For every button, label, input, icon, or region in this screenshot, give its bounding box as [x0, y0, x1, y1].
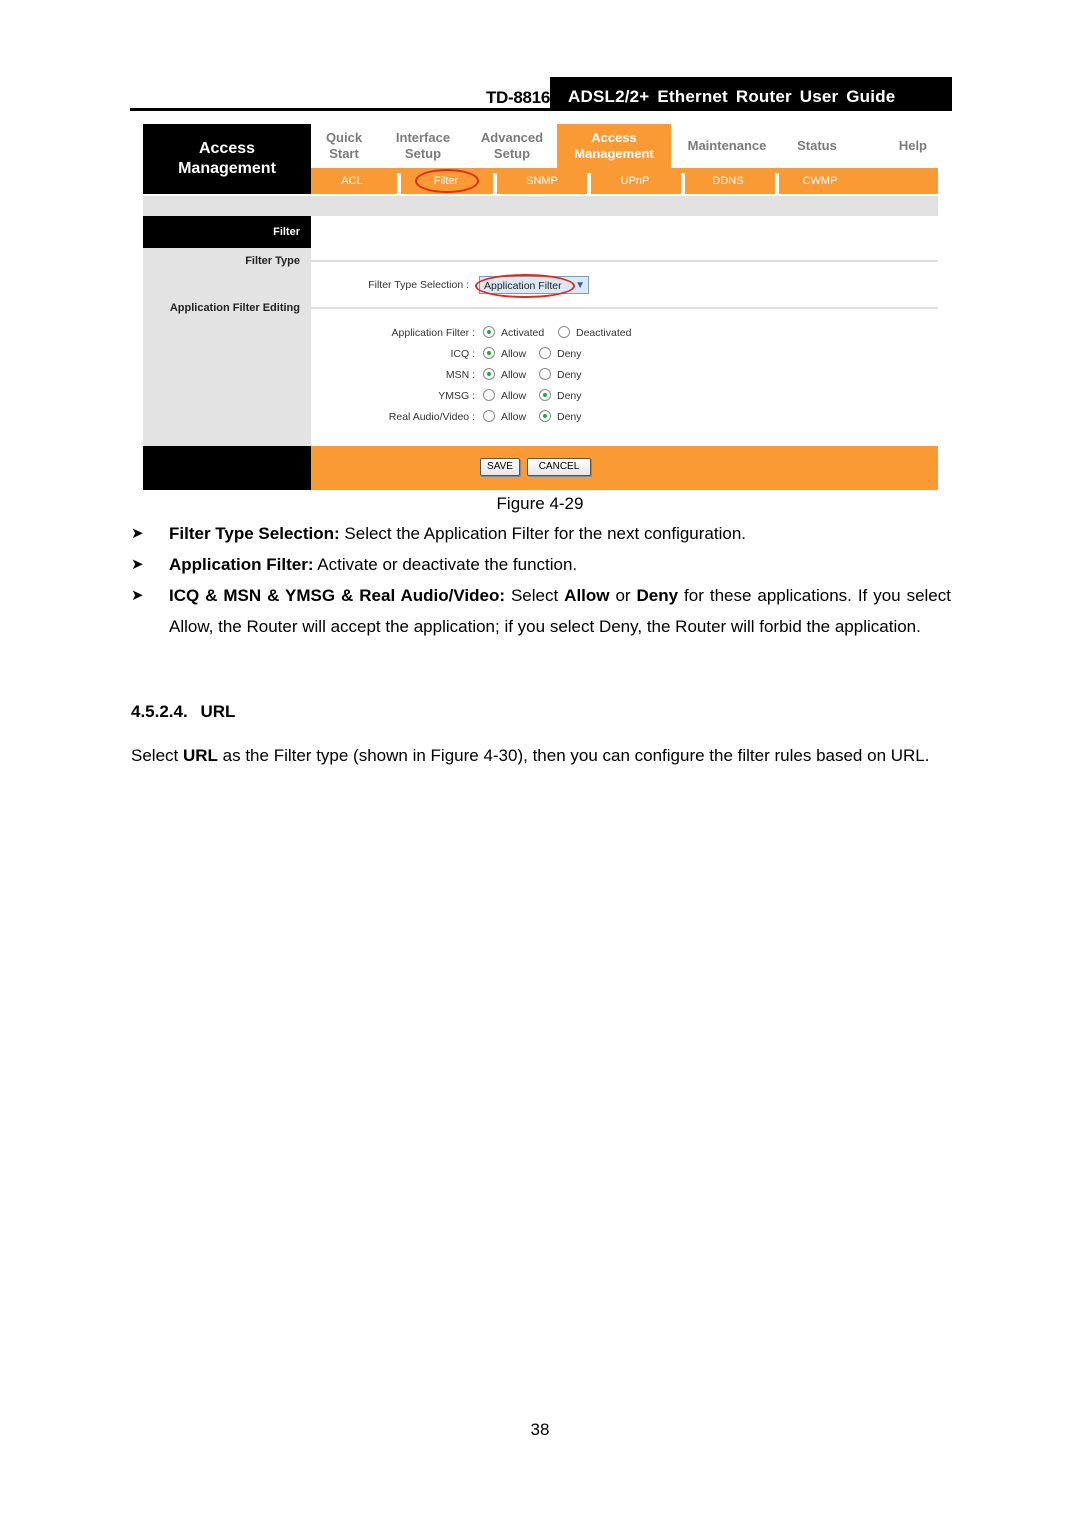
radio-deactivated[interactable]: [558, 326, 570, 338]
model-name: TD-8816: [485, 88, 550, 107]
tab-interface-setup[interactable]: Interface Setup: [383, 124, 463, 168]
header-rule: [130, 108, 952, 111]
row-label: Application Filter :: [391, 327, 475, 339]
radio-icq-deny[interactable]: [539, 347, 551, 359]
radio-label: Deny: [557, 411, 582, 423]
radio-icq-allow[interactable]: [483, 347, 495, 359]
guide-title-box: ADSL2/2+ Ethernet Router User Guide: [550, 77, 952, 110]
sub-nav: ACL Filter SNMP UPnP DDNS CWMP: [311, 168, 938, 194]
bullet-filter-type-selection: ➤ Filter Type Selection: Select the Appl…: [131, 518, 951, 549]
section-number: 4.5.2.4.: [131, 702, 188, 721]
radio-label: Activated: [501, 327, 545, 339]
footer-bar: [311, 446, 938, 490]
radio-label: Deactivated: [576, 327, 632, 339]
row-label: ICQ :: [450, 348, 475, 360]
body-paragraph: Select URL as the Filter type (shown in …: [131, 740, 949, 772]
bullet-term: Filter Type Selection:: [169, 524, 340, 543]
tab-maintenance[interactable]: Maintenance: [675, 124, 779, 168]
paragraph-text: Select: [131, 746, 183, 765]
tab-quick-start[interactable]: Quick Start: [311, 124, 377, 168]
tab-help[interactable]: Help: [863, 124, 933, 168]
radio-realav-deny[interactable]: [539, 410, 551, 422]
footer-left: [143, 446, 311, 490]
radio-ymsg-allow[interactable]: [483, 389, 495, 401]
bullet-emphasis: Deny: [636, 586, 679, 605]
radio-label: Allow: [501, 369, 527, 381]
bullet-emphasis: Allow: [564, 586, 610, 605]
divider: [311, 307, 938, 309]
chevron-down-icon: ▼: [575, 280, 585, 291]
radio-msn-allow[interactable]: [483, 368, 495, 380]
arrow-bullet-icon: ➤: [131, 525, 144, 542]
filter-highlight-ellipse: [415, 169, 479, 193]
radio-label: Deny: [557, 369, 582, 381]
radio-label: Deny: [557, 348, 582, 360]
subtab-cwmp[interactable]: CWMP: [779, 168, 861, 194]
arrow-bullet-icon: ➤: [131, 556, 144, 573]
bullet-text: Select: [505, 586, 565, 605]
radio-realav-allow[interactable]: [483, 410, 495, 422]
label-filter-type: Filter Type: [245, 255, 300, 267]
content-top-bar: [143, 196, 938, 216]
top-nav: Quick Start Interface Setup Advanced Setup …: [311, 124, 938, 168]
bullet-text: or: [609, 586, 637, 605]
radio-label: Allow: [501, 411, 527, 423]
paragraph-emphasis: URL: [182, 746, 218, 765]
guide-title: ADSL2/2+ Ethernet Router User Guide: [568, 87, 896, 106]
radio-activated[interactable]: [483, 326, 495, 338]
brand-title: Access Management: [143, 124, 311, 194]
bullet-application-filter: ➤ Application Filter: Activate or deacti…: [131, 549, 951, 580]
section-title: URL: [200, 702, 236, 721]
subtab-acl[interactable]: ACL: [311, 168, 393, 194]
row-label: MSN :: [445, 369, 475, 381]
label-app-filter-editing: Application Filter Editing: [169, 302, 300, 314]
bullet-text: Activate or deactivate the function.: [313, 555, 578, 574]
arrow-bullet-icon: ➤: [131, 587, 144, 604]
running-header: TD-8816 ADSL2/2+ Ethernet Router User Gu…: [130, 77, 952, 111]
divider: [311, 260, 938, 262]
tab-access-management[interactable]: Access Management: [557, 124, 671, 168]
router-screenshot-figure: Access Management Quick Start Interface Set…: [143, 124, 938, 490]
subtab-upnp[interactable]: UPnP: [591, 168, 679, 194]
save-button[interactable]: SAVE: [480, 458, 520, 476]
radio-msn-deny[interactable]: [539, 368, 551, 380]
bullet-term: Application Filter:: [169, 555, 314, 574]
figure-caption: Figure 4-29: [496, 494, 584, 513]
cancel-button[interactable]: CANCEL: [527, 458, 591, 476]
tab-status[interactable]: Status: [781, 124, 853, 168]
section-header-filter: Filter: [143, 216, 311, 248]
filter-type-selection-label: Filter Type Selection :: [368, 279, 469, 291]
subtab-ddns[interactable]: DDNS: [685, 168, 771, 194]
bullet-term: ICQ & MSN & YMSG & Real Audio/Video:: [169, 586, 506, 605]
radio-label: Allow: [501, 348, 527, 360]
tab-advanced-setup[interactable]: Advanced Setup: [471, 124, 553, 168]
section-heading: 4.5.2.4. URL: [131, 702, 235, 722]
radio-ymsg-deny[interactable]: [539, 389, 551, 401]
subtab-snmp[interactable]: SNMP: [497, 168, 587, 194]
row-label: YMSG :: [438, 390, 475, 402]
selection-highlight-ellipse: [475, 274, 575, 298]
paragraph-text: as the Filter type (shown in Figure 4-30…: [217, 746, 930, 765]
page-number: 38: [530, 1420, 550, 1439]
bullet-icq-msn-ymsg: ➤ ICQ & MSN & YMSG & Real Audio/Video: S…: [131, 580, 951, 642]
radio-label: Allow: [501, 390, 527, 402]
bullet-text: Select the Application Filter for the ne…: [339, 524, 747, 543]
radio-label: Deny: [557, 390, 582, 402]
row-label: Real Audio/Video :: [388, 411, 475, 423]
